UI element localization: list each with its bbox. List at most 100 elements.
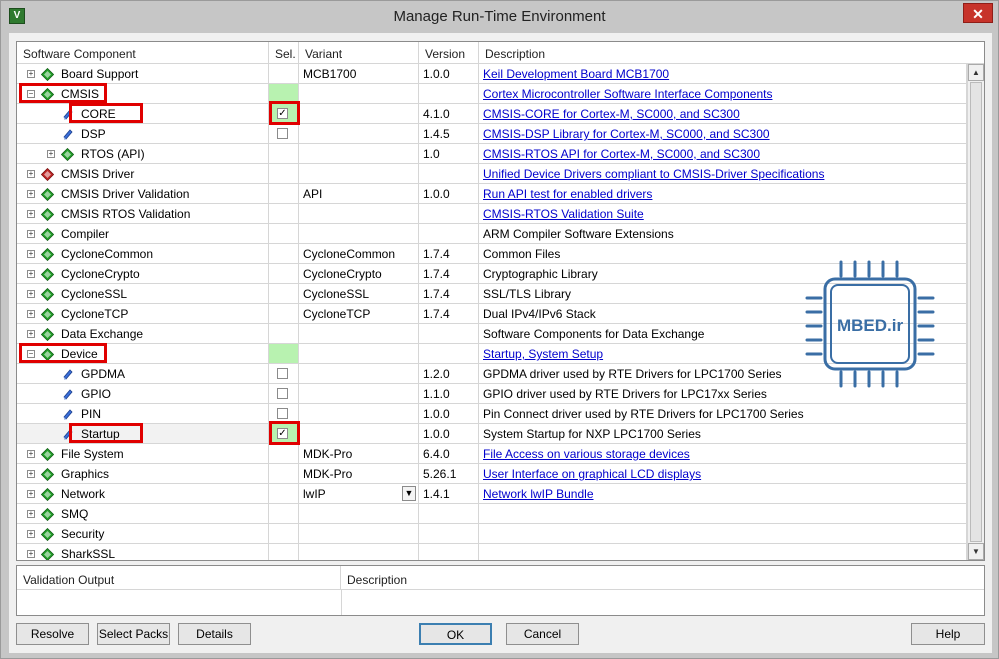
expand-icon[interactable]: + — [27, 510, 35, 518]
component-cell[interactable]: + Compiler — [17, 224, 269, 244]
selection-cell[interactable] — [269, 384, 299, 404]
component-row-cyclonecommon[interactable]: + CycloneCommon CycloneCommon 1.7.4 Common F… — [17, 244, 984, 264]
ok-button[interactable]: OK — [419, 623, 492, 645]
help-button[interactable]: Help — [911, 623, 985, 645]
description-link[interactable]: File Access on various storage devices — [483, 447, 690, 461]
column-header-description[interactable]: Description — [479, 42, 984, 64]
component-cell[interactable]: − Device — [17, 344, 269, 364]
description-cell[interactable]: User Interface on graphical LCD displays — [479, 464, 967, 484]
component-cell[interactable]: GPIO — [17, 384, 269, 404]
component-cell[interactable]: + Network — [17, 484, 269, 504]
component-row-core[interactable]: CORE ✓ 4.1.0 CMSIS-CORE for Cortex-M, SC000… — [17, 104, 984, 124]
selection-cell[interactable] — [269, 364, 299, 384]
vertical-scrollbar[interactable]: ▲ ▼ — [967, 64, 984, 560]
component-cell[interactable]: PIN — [17, 404, 269, 424]
expand-icon[interactable]: + — [27, 170, 35, 178]
expand-icon[interactable]: + — [27, 470, 35, 478]
select-checkbox[interactable]: ✓ — [277, 428, 288, 439]
description-link[interactable]: User Interface on graphical LCD displays — [483, 467, 701, 481]
description-link[interactable]: Run API test for enabled drivers — [483, 187, 652, 201]
description-cell[interactable]: Network lwIP Bundle — [479, 484, 967, 504]
component-cell[interactable]: − CMSIS — [17, 84, 269, 104]
selection-cell[interactable]: ✓ — [269, 424, 299, 444]
component-row-board-support[interactable]: + Board Support MCB1700 1.0.0 Keil Developme… — [17, 64, 984, 84]
description-link[interactable]: Network lwIP Bundle — [483, 487, 594, 501]
column-header-component[interactable]: Software Component — [17, 42, 269, 64]
expand-icon[interactable]: + — [27, 230, 35, 238]
component-row-compiler[interactable]: + Compiler ARM Compiler Software Extension… — [17, 224, 984, 244]
scroll-up-icon[interactable]: ▲ — [968, 64, 984, 81]
component-row-gpdma[interactable]: GPDMA 1.2.0 GPDMA driver used by RTE Drive… — [17, 364, 984, 384]
component-row-cyclonecrypto[interactable]: + CycloneCrypto CycloneCrypto 1.7.4 Cryptogr… — [17, 264, 984, 284]
component-row-gpio[interactable]: GPIO 1.1.0 GPIO driver used by RTE Drivers… — [17, 384, 984, 404]
description-cell[interactable]: Keil Development Board MCB1700 — [479, 64, 967, 84]
component-cell[interactable]: + SharkSSL — [17, 544, 269, 560]
expand-icon[interactable]: + — [27, 70, 35, 78]
expand-icon[interactable]: + — [27, 530, 35, 538]
description-link[interactable]: CMSIS-DSP Library for Cortex-M, SC000, a… — [483, 127, 770, 141]
column-header-sel[interactable]: Sel. — [269, 42, 299, 64]
description-link[interactable]: Unified Device Drivers compliant to CMSI… — [483, 167, 824, 181]
component-cell[interactable]: + File System — [17, 444, 269, 464]
close-button[interactable]: ✕ — [963, 3, 993, 23]
expand-icon[interactable]: + — [27, 190, 35, 198]
expand-icon[interactable]: + — [27, 270, 35, 278]
component-row-network[interactable]: + Network lwIP ▼ 1.4.1 Network lwIP Bundle — [17, 484, 984, 504]
component-cell[interactable]: + CycloneCrypto — [17, 264, 269, 284]
component-cell[interactable]: + CycloneCommon — [17, 244, 269, 264]
description-link[interactable]: Cortex Microcontroller Software Interfac… — [483, 87, 772, 101]
validation-description-header[interactable]: Description — [341, 566, 984, 590]
select-checkbox[interactable] — [277, 128, 288, 139]
expand-icon[interactable]: + — [27, 250, 35, 258]
component-cell[interactable]: + Graphics — [17, 464, 269, 484]
select-checkbox[interactable] — [277, 388, 288, 399]
component-row-cyclonetcp[interactable]: + CycloneTCP CycloneTCP 1.7.4 Dual IPv4/IPv6… — [17, 304, 984, 324]
resolve-button[interactable]: Resolve — [16, 623, 89, 645]
selection-cell[interactable]: ✓ — [269, 104, 299, 124]
selection-cell[interactable] — [269, 404, 299, 424]
select-packs-button[interactable]: Select Packs — [97, 623, 170, 645]
chevron-down-icon[interactable]: ▼ — [402, 486, 416, 501]
component-cell[interactable]: + Data Exchange — [17, 324, 269, 344]
component-row-data-exchange[interactable]: + Data Exchange Software Components for Da… — [17, 324, 984, 344]
expand-icon[interactable]: + — [27, 210, 35, 218]
component-row-file-system[interactable]: + File System MDK-Pro 6.4.0 File Access on v… — [17, 444, 984, 464]
description-cell[interactable]: Run API test for enabled drivers — [479, 184, 967, 204]
component-cell[interactable]: Startup — [17, 424, 269, 444]
component-row-cmsis[interactable]: − CMSIS Cortex Microcontroller Software In… — [17, 84, 984, 104]
component-row-cmsis-driver-validation[interactable]: + CMSIS Driver Validation API 1.0.0 Run API … — [17, 184, 984, 204]
component-cell[interactable]: + CMSIS Driver — [17, 164, 269, 184]
component-cell[interactable]: CORE — [17, 104, 269, 124]
component-row-graphics[interactable]: + Graphics MDK-Pro 5.26.1 User Interface on … — [17, 464, 984, 484]
scroll-thumb[interactable] — [970, 82, 982, 542]
component-row-cyclonessl[interactable]: + CycloneSSL CycloneSSL 1.7.4 SSL/TLS Librar… — [17, 284, 984, 304]
component-row-device[interactable]: − Device Startup, System Setup — [17, 344, 984, 364]
column-header-variant[interactable]: Variant — [299, 42, 419, 64]
select-checkbox[interactable] — [277, 368, 288, 379]
collapse-icon[interactable]: − — [27, 90, 35, 98]
description-link[interactable]: CMSIS-RTOS API for Cortex-M, SC000, and … — [483, 147, 760, 161]
expand-icon[interactable]: + — [27, 450, 35, 458]
component-cell[interactable]: + RTOS (API) — [17, 144, 269, 164]
expand-icon[interactable]: + — [47, 150, 55, 158]
description-cell[interactable]: Cortex Microcontroller Software Interfac… — [479, 84, 967, 104]
description-link[interactable]: CMSIS-RTOS Validation Suite — [483, 207, 644, 221]
component-row-sharkssl[interactable]: + SharkSSL — [17, 544, 984, 560]
description-link[interactable]: Startup, System Setup — [483, 347, 603, 361]
description-cell[interactable]: Unified Device Drivers compliant to CMSI… — [479, 164, 967, 184]
variant-cell[interactable]: lwIP ▼ — [299, 484, 419, 504]
expand-icon[interactable]: + — [27, 490, 35, 498]
description-link[interactable]: Keil Development Board MCB1700 — [483, 67, 669, 81]
description-cell[interactable]: CMSIS-RTOS Validation Suite — [479, 204, 967, 224]
component-row-smq[interactable]: + SMQ — [17, 504, 984, 524]
select-checkbox[interactable]: ✓ — [277, 108, 288, 119]
component-cell[interactable]: + CMSIS Driver Validation — [17, 184, 269, 204]
collapse-icon[interactable]: − — [27, 350, 35, 358]
component-cell[interactable]: + CMSIS RTOS Validation — [17, 204, 269, 224]
component-cell[interactable]: DSP — [17, 124, 269, 144]
component-row-startup[interactable]: Startup ✓ 1.0.0 System Startup for NXP LPC1… — [17, 424, 984, 444]
description-cell[interactable]: CMSIS-RTOS API for Cortex-M, SC000, and … — [479, 144, 967, 164]
component-row-cmsis-rtos-validation[interactable]: + CMSIS RTOS Validation CMSIS-RTOS Validat… — [17, 204, 984, 224]
component-cell[interactable]: + Board Support — [17, 64, 269, 84]
expand-icon[interactable]: + — [27, 310, 35, 318]
